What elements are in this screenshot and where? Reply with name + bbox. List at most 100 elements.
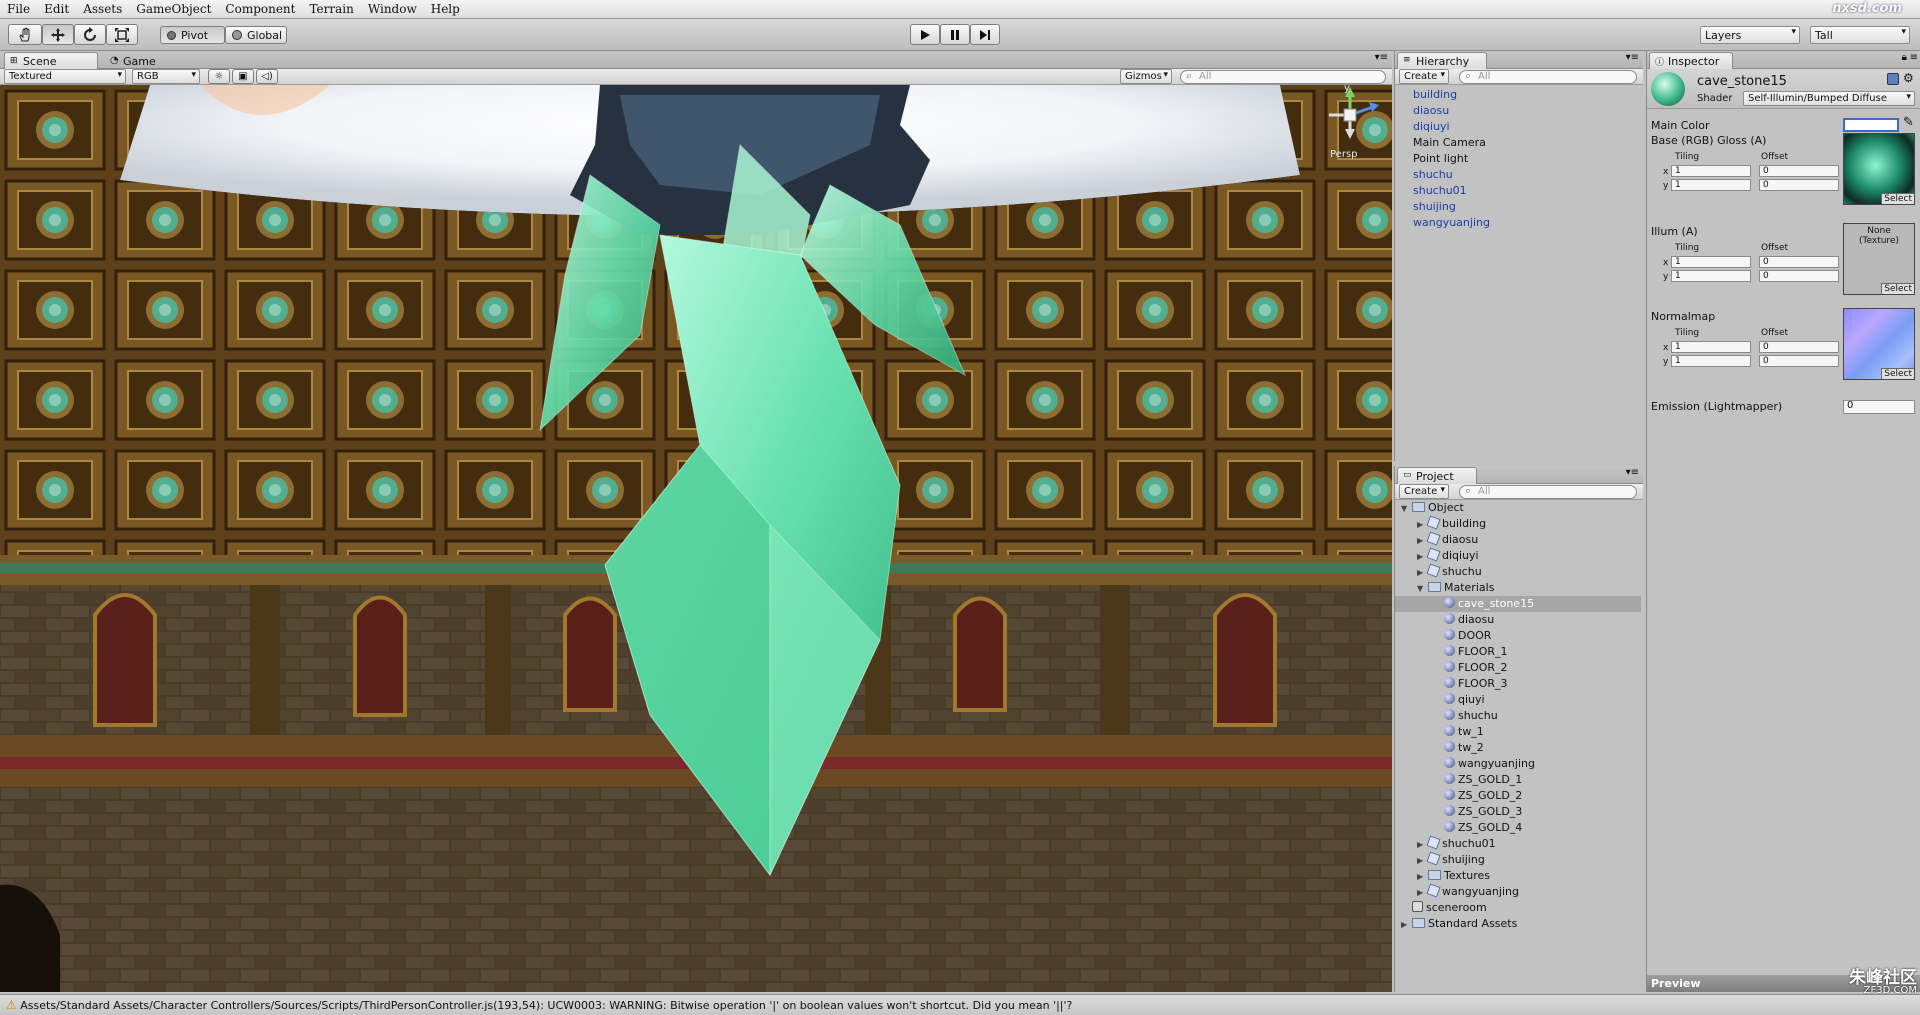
play-button[interactable] — [910, 24, 940, 45]
base-tiling-y-field[interactable]: 1 — [1671, 179, 1751, 191]
shader-dropdown[interactable]: Self-Illumin/Bumped Diffuse — [1743, 91, 1915, 106]
project-item-shuchu[interactable]: shuchu — [1395, 708, 1641, 724]
menu-window[interactable]: Window — [361, 0, 424, 18]
project-item-zs-gold-1[interactable]: ZS_GOLD_1 — [1395, 772, 1641, 788]
panel-menu-icon[interactable]: ▾≡ — [1375, 52, 1388, 63]
tab-project[interactable]: ▭ Project — [1397, 467, 1477, 484]
base-texture-thumbnail[interactable]: Select — [1843, 133, 1915, 205]
project-item-standard-assets[interactable]: ▶ Standard Assets — [1395, 916, 1641, 932]
menu-file[interactable]: File — [0, 0, 37, 18]
project-item-tw-2[interactable]: tw_2 — [1395, 740, 1641, 756]
project-item-cave-stone15[interactable]: cave_stone15 — [1395, 596, 1641, 612]
menu-help[interactable]: Help — [424, 0, 467, 18]
tab-scene[interactable]: ⊞ Scene — [4, 52, 98, 69]
menu-edit[interactable]: Edit — [37, 0, 76, 18]
panel-menu-icon[interactable]: ≡ — [1910, 52, 1918, 63]
scene-viewport[interactable]: y Persp — [0, 85, 1392, 992]
scene-lighting-button[interactable]: ☼ — [208, 69, 230, 84]
base-offset-y-field[interactable]: 0 — [1759, 179, 1839, 191]
hierarchy-item-main-camera[interactable]: Main Camera — [1413, 135, 1486, 151]
project-item-zs-gold-3[interactable]: ZS_GOLD_3 — [1395, 804, 1641, 820]
illum-texture-thumbnail[interactable]: None (Texture) Select — [1843, 223, 1915, 295]
main-color-swatch[interactable] — [1843, 118, 1899, 132]
emission-field[interactable]: 0 — [1843, 400, 1915, 414]
global-toggle[interactable]: Global — [225, 26, 287, 44]
illum-tiling-x-field[interactable]: 1 — [1671, 256, 1751, 268]
normal-tiling-x-field[interactable]: 1 — [1671, 341, 1751, 353]
project-item-floor-2[interactable]: FLOOR_2 — [1395, 660, 1641, 676]
project-item-wangyuanjing[interactable]: wangyuanjing — [1395, 756, 1641, 772]
project-item-zs-gold-2[interactable]: ZS_GOLD_2 — [1395, 788, 1641, 804]
tab-hierarchy[interactable]: ≡ Hierarchy — [1397, 52, 1487, 69]
panel-menu-icon[interactable]: ▾≡ — [1626, 467, 1639, 478]
hand-tool-button[interactable] — [8, 24, 42, 45]
menu-component[interactable]: Component — [218, 0, 302, 18]
base-offset-x-field[interactable]: 0 — [1759, 165, 1839, 177]
color-mode-dropdown[interactable]: RGB — [132, 69, 200, 84]
hierarchy-item-wangyuanjing[interactable]: wangyuanjing — [1413, 215, 1490, 231]
project-item-floor-3[interactable]: FLOOR_3 — [1395, 676, 1641, 692]
hierarchy-search-input[interactable]: All — [1459, 70, 1637, 84]
scale-tool-button[interactable] — [106, 24, 138, 45]
step-button[interactable] — [970, 24, 1000, 45]
project-item-wangyuanjing[interactable]: ▶ wangyuanjing — [1395, 883, 1641, 900]
layout-dropdown[interactable]: Tall — [1810, 26, 1910, 44]
project-item-shuijing[interactable]: ▶ shuijing — [1395, 851, 1641, 868]
hierarchy-item-point-light[interactable]: Point light — [1413, 151, 1468, 167]
tab-inspector[interactable]: ⓘ Inspector — [1649, 52, 1733, 69]
illum-select-button[interactable]: Select — [1881, 283, 1914, 294]
normal-offset-y-field[interactable]: 0 — [1759, 355, 1839, 367]
project-item-object[interactable]: ▼ Object — [1395, 500, 1641, 516]
project-item-diaosu[interactable]: diaosu — [1395, 612, 1641, 628]
eyedropper-icon[interactable]: ✎ — [1903, 115, 1914, 130]
status-bar[interactable]: ⚠ Assets/Standard Assets/Character Contr… — [0, 994, 1920, 1015]
move-tool-button[interactable] — [42, 24, 74, 45]
normalmap-thumbnail[interactable]: Select — [1843, 308, 1915, 380]
collapsed-arrow-icon[interactable]: ▶ — [1417, 869, 1428, 885]
panel-menu-icon[interactable]: ▾≡ — [1626, 52, 1639, 63]
tab-game[interactable]: ◔ Game — [104, 52, 174, 69]
project-item-tw-1[interactable]: tw_1 — [1395, 724, 1641, 740]
project-item-door[interactable]: DOOR — [1395, 628, 1641, 644]
hierarchy-item-building[interactable]: building — [1413, 87, 1457, 103]
illum-tiling-y-field[interactable]: 1 — [1671, 270, 1751, 282]
project-item-textures[interactable]: ▶ Textures — [1395, 868, 1641, 884]
lock-icon[interactable]: 🔒︎ — [1902, 52, 1907, 63]
project-item-diaosu[interactable]: ▶ diaosu — [1395, 531, 1641, 548]
project-item-shuchu[interactable]: ▶ shuchu — [1395, 563, 1641, 580]
project-item-materials[interactable]: ▼ Materials — [1395, 580, 1641, 596]
gear-icon[interactable]: ⚙ — [1903, 71, 1914, 85]
layers-dropdown[interactable]: Layers — [1700, 26, 1800, 44]
illum-offset-x-field[interactable]: 0 — [1759, 256, 1839, 268]
menu-assets[interactable]: Assets — [76, 0, 129, 18]
base-tiling-x-field[interactable]: 1 — [1671, 165, 1751, 177]
project-item-building[interactable]: ▶ building — [1395, 515, 1641, 532]
scene-audio-button[interactable]: ◁) — [256, 69, 278, 84]
normal-offset-x-field[interactable]: 0 — [1759, 341, 1839, 353]
project-item-diqiuyi[interactable]: ▶ diqiuyi — [1395, 547, 1641, 564]
pause-button[interactable] — [940, 24, 970, 45]
collapsed-arrow-icon[interactable]: ▶ — [1401, 917, 1412, 933]
project-item-shuchu01[interactable]: ▶ shuchu01 — [1395, 835, 1641, 852]
illum-offset-y-field[interactable]: 0 — [1759, 270, 1839, 282]
base-select-button[interactable]: Select — [1881, 193, 1914, 204]
hierarchy-item-shuchu[interactable]: shuchu — [1413, 167, 1453, 183]
gizmos-dropdown[interactable]: Gizmos — [1120, 69, 1172, 84]
rotate-tool-button[interactable] — [74, 24, 106, 45]
project-create-dropdown[interactable]: Create — [1399, 484, 1449, 499]
project-item-zs-gold-4[interactable]: ZS_GOLD_4 — [1395, 820, 1641, 836]
menu-gameobject[interactable]: GameObject — [129, 0, 218, 18]
help-icon[interactable] — [1887, 73, 1899, 85]
normal-select-button[interactable]: Select — [1881, 368, 1914, 379]
hierarchy-create-dropdown[interactable]: Create — [1399, 69, 1449, 84]
hierarchy-item-shuchu01[interactable]: shuchu01 — [1413, 183, 1467, 199]
pivot-toggle[interactable]: Pivot — [160, 26, 225, 44]
menu-terrain[interactable]: Terrain — [302, 0, 360, 18]
scene-search-input[interactable]: All — [1180, 70, 1386, 84]
project-item-sceneroom[interactable]: sceneroom — [1395, 900, 1641, 916]
hierarchy-item-shuijing[interactable]: shuijing — [1413, 199, 1456, 215]
render-mode-dropdown[interactable]: Textured — [4, 69, 126, 84]
normal-tiling-y-field[interactable]: 1 — [1671, 355, 1751, 367]
project-item-floor-1[interactable]: FLOOR_1 — [1395, 644, 1641, 660]
hierarchy-item-diaosu[interactable]: diaosu — [1413, 103, 1449, 119]
